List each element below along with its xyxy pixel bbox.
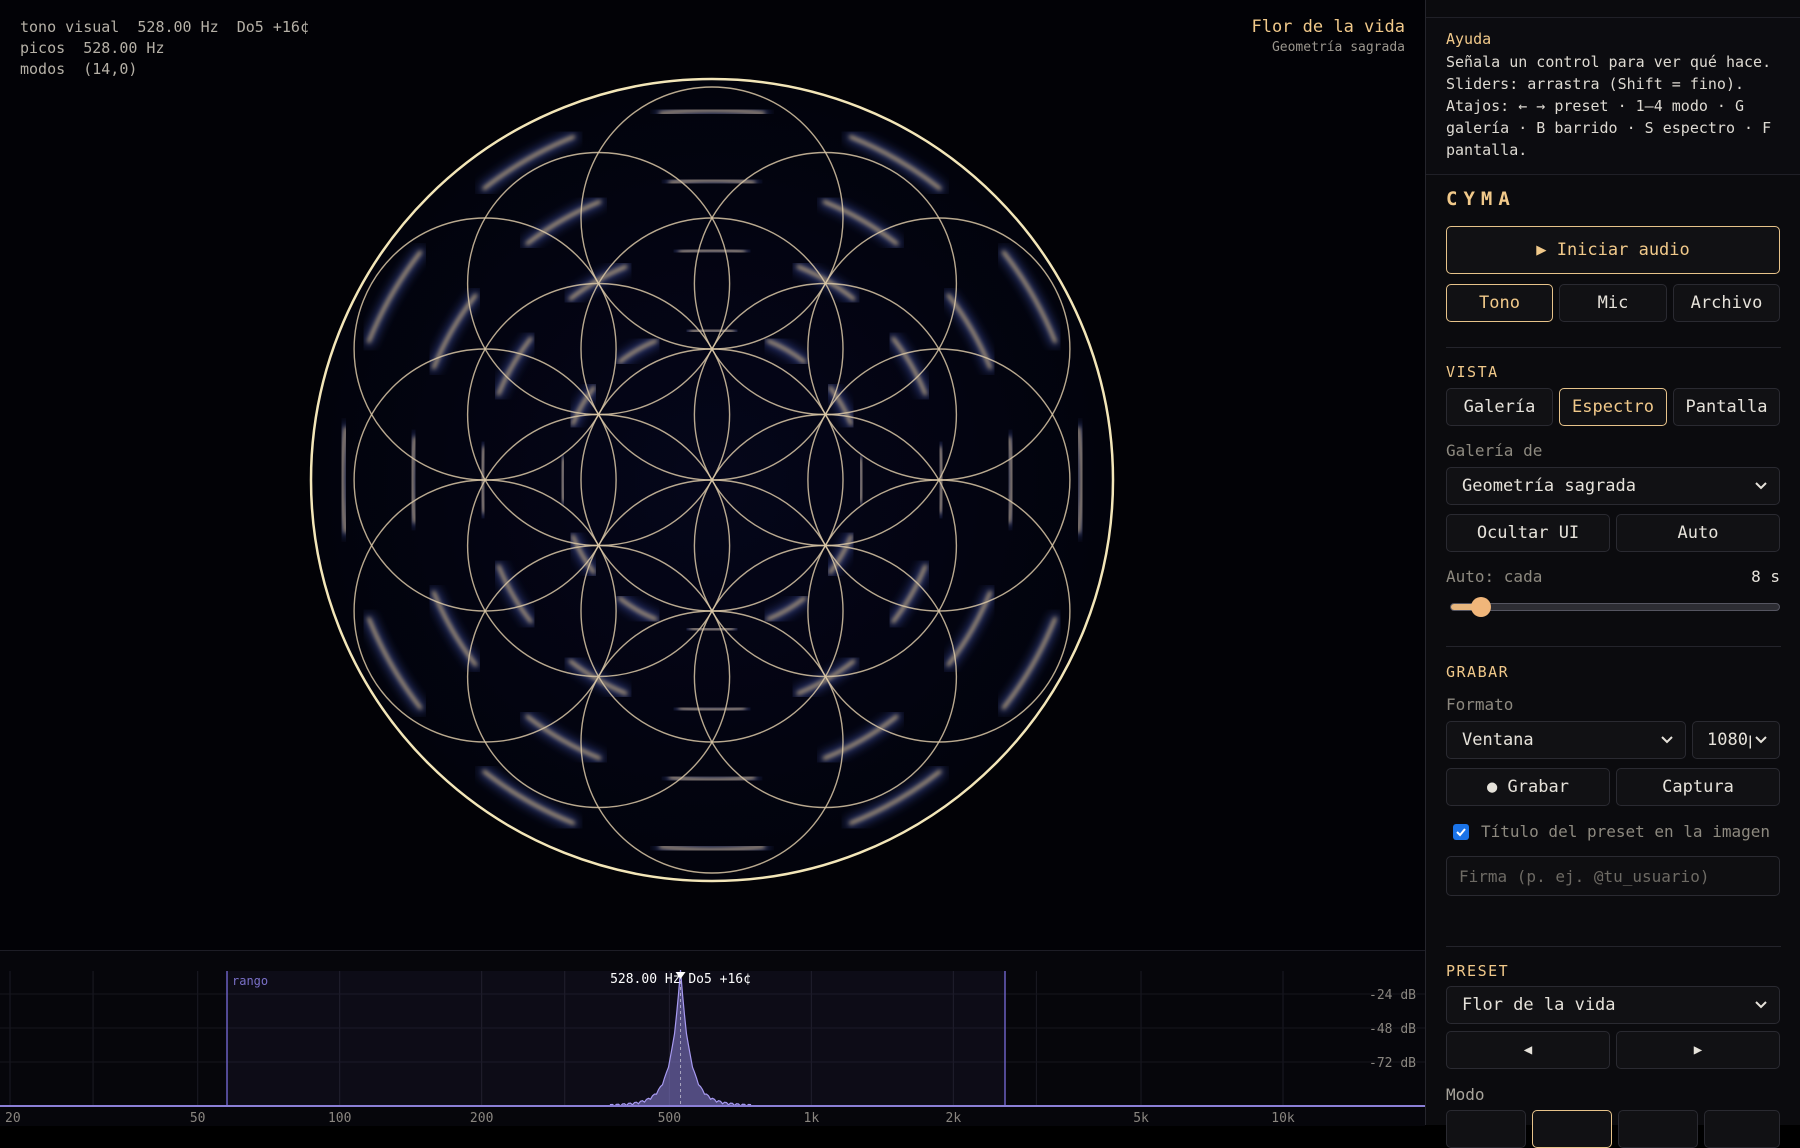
- title-in-image-checkbox[interactable]: [1453, 824, 1469, 840]
- hud-modes: modos (14,0): [20, 60, 138, 78]
- capture-button[interactable]: Captura: [1616, 768, 1780, 806]
- record-button[interactable]: ● Grabar: [1446, 768, 1610, 806]
- freq-tick-label: 200: [470, 1111, 493, 1126]
- freq-tick-label: 10k: [1271, 1111, 1295, 1126]
- help-text: Señala un control para ver qué hace. Sli…: [1446, 53, 1772, 159]
- visualizer-stage: tono visual 528.00 Hz Do5 +16¢ picos 528…: [0, 0, 1425, 950]
- preset-title-overlay: Flor de la vida Geometría sagrada: [1251, 17, 1405, 55]
- chevron-down-icon: [1755, 736, 1767, 744]
- control-panel: Ayuda Señala un control para ver qué hac…: [1425, 0, 1800, 1148]
- help-box: Ayuda Señala un control para ver qué hac…: [1426, 17, 1800, 175]
- check-icon: [1456, 828, 1466, 837]
- preset-select-value: Flor de la vida: [1462, 995, 1616, 1015]
- signature-input[interactable]: Firma (p. ej. @tu_usuario): [1446, 856, 1780, 896]
- mode-button-3[interactable]: [1618, 1110, 1698, 1148]
- hud-peaks: picos 528.00 Hz: [20, 39, 165, 57]
- freq-tick-label: 500: [658, 1111, 681, 1126]
- format-label: Formato: [1446, 695, 1514, 714]
- freq-tick-label: 5k: [1133, 1111, 1149, 1126]
- signature-placeholder: Firma (p. ej. @tu_usuario): [1459, 866, 1710, 886]
- gallery-select-value: Geometría sagrada: [1462, 476, 1636, 496]
- view-fullscreen-button[interactable]: Pantalla: [1673, 388, 1780, 426]
- source-mic-button[interactable]: Mic: [1559, 284, 1667, 322]
- grabar-section-title: GRABAR: [1446, 663, 1510, 681]
- db-tick-label: -24 dB: [1369, 988, 1416, 1003]
- gallery-of-label: Galería de: [1446, 441, 1543, 460]
- db-tick-label: -72 dB: [1369, 1056, 1416, 1071]
- hide-ui-button[interactable]: Ocultar UI: [1446, 514, 1610, 552]
- freq-tick-label: 2k: [946, 1111, 962, 1126]
- nodal-highlight: [859, 457, 864, 503]
- preset-select[interactable]: Flor de la vida: [1446, 986, 1780, 1024]
- chevron-down-icon: [1755, 1001, 1767, 1009]
- hud-readout: tono visual 528.00 Hz Do5 +16¢ picos 528…: [20, 17, 309, 80]
- vista-section-title: VISTA: [1446, 363, 1499, 381]
- slider-thumb[interactable]: [1470, 597, 1491, 617]
- divider: [1446, 646, 1781, 647]
- auto-every-value: 8 s: [1751, 567, 1780, 586]
- format-select[interactable]: Ventana: [1446, 721, 1686, 759]
- auto-button[interactable]: Auto: [1616, 514, 1780, 552]
- mode-button-2[interactable]: [1532, 1110, 1612, 1148]
- freq-tick-label: 100: [328, 1111, 351, 1126]
- divider: [1446, 946, 1781, 947]
- spectrum-analyzer[interactable]: rango 528.00 Hz Do5 +16¢ -24 dB -48 dB -72…: [0, 950, 1425, 1126]
- view-gallery-button[interactable]: Galería: [1446, 388, 1553, 426]
- prev-preset-button[interactable]: ◀: [1446, 1031, 1610, 1069]
- source-tone-button[interactable]: Tono: [1446, 284, 1553, 322]
- nodal-highlight: [689, 627, 735, 632]
- nodal-highlight: [560, 457, 565, 503]
- divider: [1446, 347, 1781, 348]
- preset-title: Flor de la vida: [1251, 17, 1405, 37]
- range-label: rango: [232, 974, 268, 988]
- start-audio-button[interactable]: ▶ Iniciar audio: [1446, 226, 1780, 274]
- freq-tick-label: 50: [190, 1111, 206, 1126]
- mode-button-1[interactable]: [1446, 1110, 1526, 1148]
- source-file-button[interactable]: Archivo: [1673, 284, 1780, 322]
- mode-label: Modo: [1446, 1085, 1485, 1104]
- chevron-down-icon: [1755, 482, 1767, 490]
- range-band[interactable]: [227, 971, 1005, 1106]
- peak-label: 528.00 Hz Do5 +16¢: [610, 972, 751, 987]
- title-in-image-label[interactable]: Título del preset en la imagen: [1481, 822, 1781, 841]
- view-spectrum-button[interactable]: Espectro: [1559, 388, 1667, 426]
- brand-logo: CYMA: [1446, 188, 1516, 210]
- format-select-value: Ventana: [1462, 730, 1534, 750]
- preset-section-title: PRESET: [1446, 962, 1510, 980]
- db-tick-label: -48 dB: [1369, 1022, 1416, 1037]
- help-title: Ayuda: [1446, 30, 1492, 48]
- auto-every-slider[interactable]: [1450, 597, 1780, 617]
- gallery-select[interactable]: Geometría sagrada: [1446, 467, 1780, 505]
- freq-tick-label: 20: [5, 1111, 21, 1126]
- hud-visual-tone: tono visual 528.00 Hz Do5 +16¢: [20, 18, 309, 36]
- mode-button-4[interactable]: [1704, 1110, 1780, 1148]
- preset-category: Geometría sagrada: [1271, 40, 1405, 55]
- nodal-highlight: [689, 328, 735, 333]
- chevron-down-icon: [1661, 736, 1673, 744]
- resolution-select[interactable]: 1080p: [1692, 721, 1780, 759]
- next-preset-button[interactable]: ▶: [1616, 1031, 1780, 1069]
- cymatic-pattern: [309, 77, 1115, 883]
- freq-tick-label: 1k: [804, 1111, 820, 1126]
- resolution-select-value: 1080p: [1707, 730, 1751, 750]
